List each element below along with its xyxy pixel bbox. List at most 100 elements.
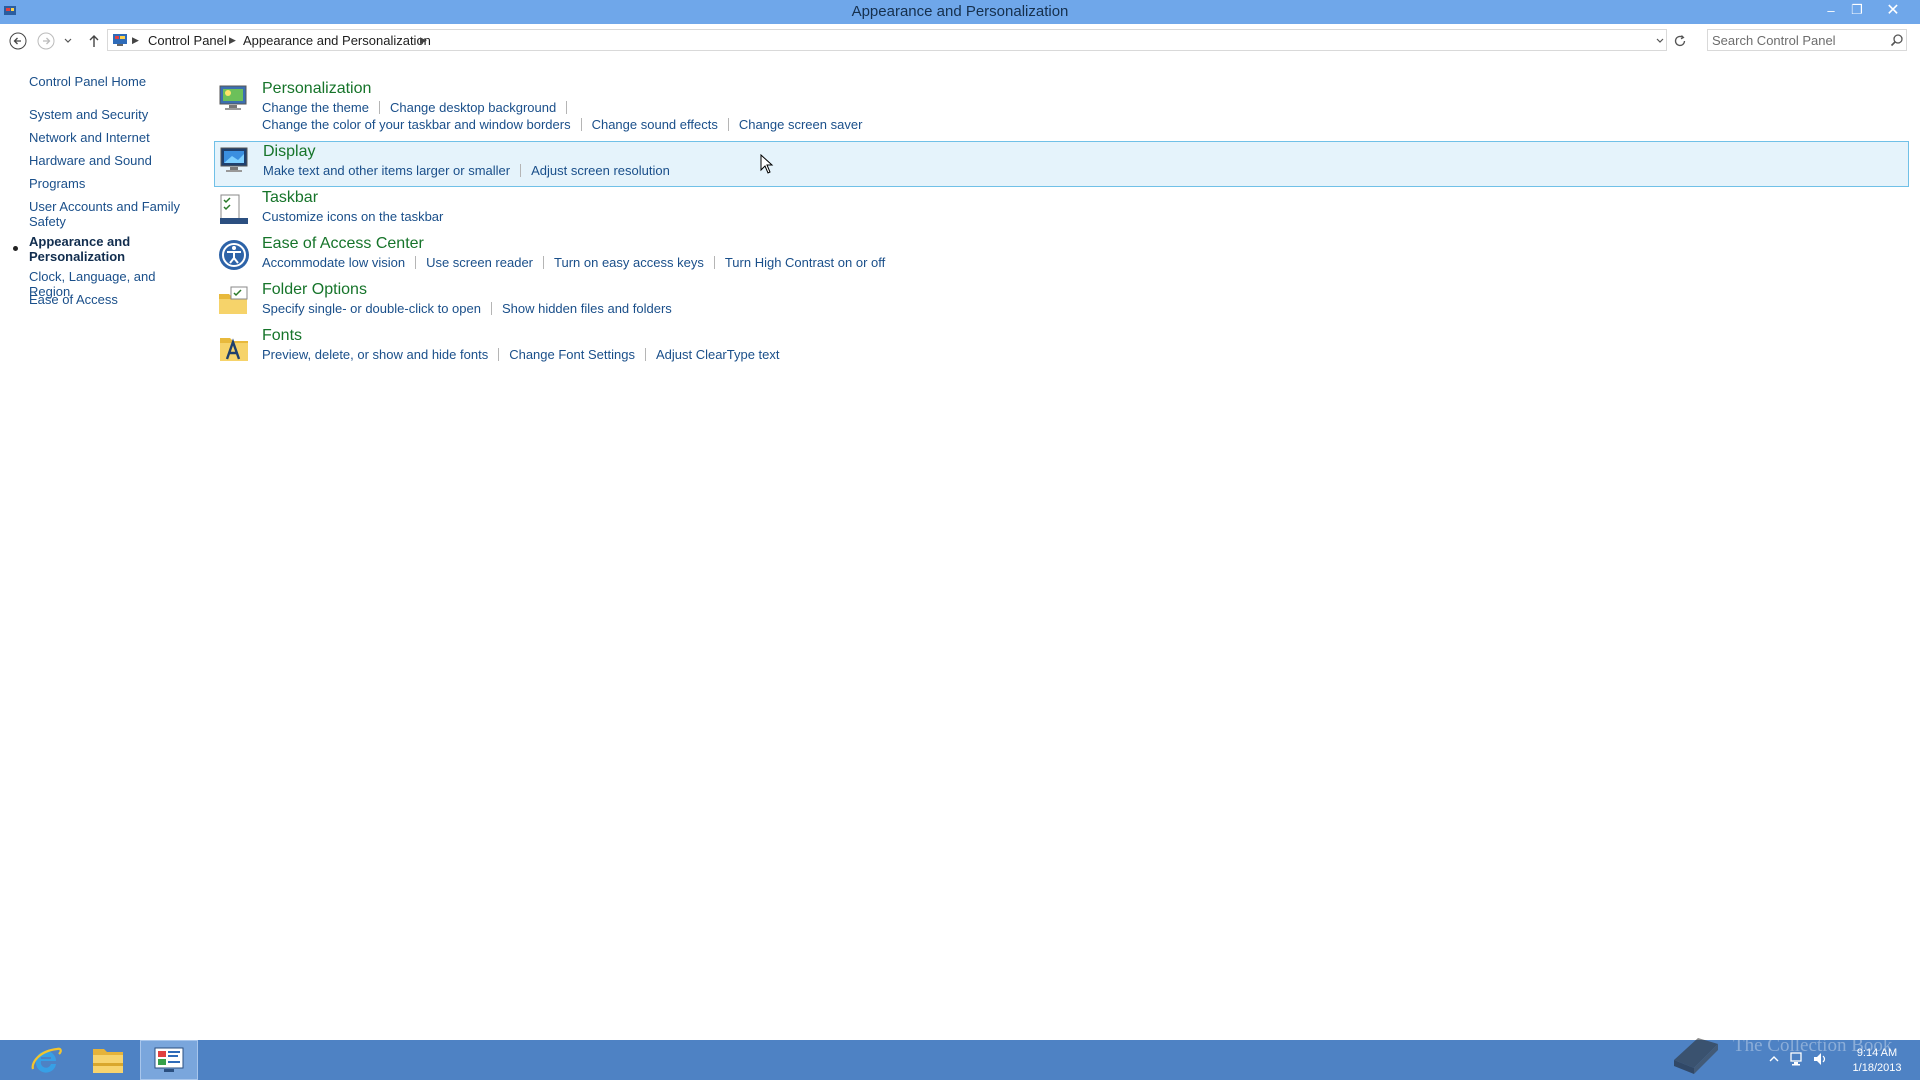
sidebar-item-system-and-security[interactable]: System and Security [29,107,194,122]
change-theme-link[interactable]: Change the theme [262,100,369,115]
mouse-cursor-icon [760,154,774,174]
category-fonts: Fonts Preview, delete, or show and hide … [214,326,1909,370]
change-sound-effects-link[interactable]: Change sound effects [592,117,718,132]
display-links: Make text and other items larger or smal… [263,163,670,178]
address-bar[interactable]: ▶ Control Panel ▶ Appearance and Persona… [107,29,1667,51]
internet-explorer-icon [31,1047,62,1073]
fonts-icon [220,338,248,361]
category-display[interactable]: Display Make text and other items larger… [214,141,1909,187]
accommodate-low-vision-link[interactable]: Accommodate low vision [262,255,405,270]
current-item-bullet [13,246,18,251]
refresh-button[interactable] [1670,31,1690,51]
link-divider [713,256,715,269]
make-text-larger-link[interactable]: Make text and other items larger or smal… [263,163,510,178]
control-panel-icon [154,1047,184,1072]
taskbar-title[interactable]: Taskbar [262,189,318,207]
adjust-screen-resolution-link[interactable]: Adjust screen resolution [531,163,670,178]
sidebar-item-ease-of-access[interactable]: Ease of Access [29,292,194,307]
change-screen-saver-link[interactable]: Change screen saver [739,117,863,132]
up-arrow-icon [89,35,99,47]
display-title[interactable]: Display [263,143,315,161]
change-font-settings-link[interactable]: Change Font Settings [509,347,635,362]
personalization-links-row-1: Change the theme Change desktop backgroun… [262,100,577,115]
forward-button[interactable] [36,31,56,51]
link-divider [543,256,545,269]
breadcrumb-separator-icon[interactable]: ▶ [229,35,236,46]
file-explorer-icon [93,1049,123,1073]
navigation-bar: ▶ Control Panel ▶ Appearance and Persona… [0,24,1920,56]
link-divider [727,118,729,131]
recent-locations-button[interactable] [62,31,74,51]
preview-fonts-link[interactable]: Preview, delete, or show and hide fonts [262,347,488,362]
link-divider [490,302,492,315]
chevron-down-icon [64,38,72,43]
link-divider [415,256,417,269]
watermark-book-icon [1674,1038,1718,1074]
maximize-button[interactable]: ❐ [1844,0,1870,20]
taskbar-control-panel[interactable] [140,1040,198,1080]
ease-of-access-links: Accommodate low vision Use screen reader T… [262,255,885,270]
show-hidden-files-link[interactable]: Show hidden files and folders [502,301,672,316]
link-divider [566,101,568,114]
clock-date: 1/18/2013 [1852,1062,1902,1074]
window-title: Appearance and Personalization [851,3,1069,20]
sidebar-item-user-accounts[interactable]: User Accounts and Family Safety [29,199,184,229]
search-icon[interactable] [1890,33,1904,47]
forward-arrow-icon [37,32,55,50]
category-folder-options: Folder Options Specify single- or double… [214,280,1909,324]
link-divider [644,348,646,361]
change-desktop-background-link[interactable]: Change desktop background [390,100,556,115]
taskbar-links: Customize icons on the taskbar [262,209,443,224]
personalization-title[interactable]: Personalization [262,80,371,98]
link-divider [520,164,522,177]
title-bar: Appearance and Personalization – ❐ ✕ [0,0,1920,24]
taskbar-icon [220,194,248,224]
taskbar: 9:14 AM 1/18/2013 [0,1040,1920,1080]
refresh-icon [1674,35,1686,47]
sidebar-item-network-and-internet[interactable]: Network and Internet [29,130,194,145]
use-screen-reader-link[interactable]: Use screen reader [426,255,533,270]
folder-options-icon [219,286,248,314]
link-divider [580,118,582,131]
search-input[interactable] [1712,31,1882,49]
category-taskbar: Taskbar Customize icons on the taskbar [214,188,1909,232]
change-taskbar-color-link[interactable]: Change the color of your taskbar and win… [262,117,571,132]
taskbar-file-explorer[interactable] [80,1040,136,1080]
back-arrow-icon [9,32,27,50]
sidebar-item-programs[interactable]: Programs [29,176,194,191]
breadcrumb-separator-icon[interactable]: ▶ [420,35,427,46]
personalization-icon [219,85,247,110]
ease-of-access-center-title[interactable]: Ease of Access Center [262,235,424,253]
breadcrumb-control-panel[interactable]: Control Panel [148,33,227,48]
sidebar-item-hardware-and-sound[interactable]: Hardware and Sound [29,153,194,168]
taskbar-internet-explorer[interactable] [18,1040,74,1080]
back-button[interactable] [8,31,28,51]
folder-options-links: Specify single- or double-click to open S… [262,301,672,316]
turn-high-contrast-link[interactable]: Turn High Contrast on or off [725,255,885,270]
link-divider [498,348,500,361]
breadcrumb-appearance[interactable]: Appearance and Personalization [243,33,431,48]
address-history-dropdown-icon[interactable] [1654,35,1666,47]
turn-on-easy-access-keys-link[interactable]: Turn on easy access keys [554,255,704,270]
category-ease-of-access-center: Ease of Access Center Accommodate low vi… [214,234,1909,278]
close-button[interactable]: ✕ [1870,0,1916,20]
ease-of-access-icon [219,240,249,270]
breadcrumb-separator-icon[interactable]: ▶ [132,35,139,46]
fonts-links: Preview, delete, or show and hide fonts C… [262,347,780,362]
folder-options-title[interactable]: Folder Options [262,281,367,299]
search-box[interactable] [1707,29,1907,51]
personalization-links-row-2: Change the color of your taskbar and win… [262,117,862,132]
display-icon [220,147,248,172]
adjust-cleartype-link[interactable]: Adjust ClearType text [656,347,780,362]
single-double-click-link[interactable]: Specify single- or double-click to open [262,301,481,316]
watermark-text: The Collection Book [1733,1035,1893,1056]
up-button[interactable] [84,31,104,51]
sidebar-item-appearance-and-personalization[interactable]: Appearance and Personalization [29,234,144,264]
control-panel-home-link[interactable]: Control Panel Home [29,74,194,89]
link-divider [378,101,380,114]
customize-taskbar-icons-link[interactable]: Customize icons on the taskbar [262,209,443,224]
category-personalization: Personalization Change the theme Change d… [214,78,1909,138]
control-panel-icon [113,34,127,46]
fonts-title[interactable]: Fonts [262,327,302,345]
minimize-button[interactable]: – [1818,0,1844,20]
